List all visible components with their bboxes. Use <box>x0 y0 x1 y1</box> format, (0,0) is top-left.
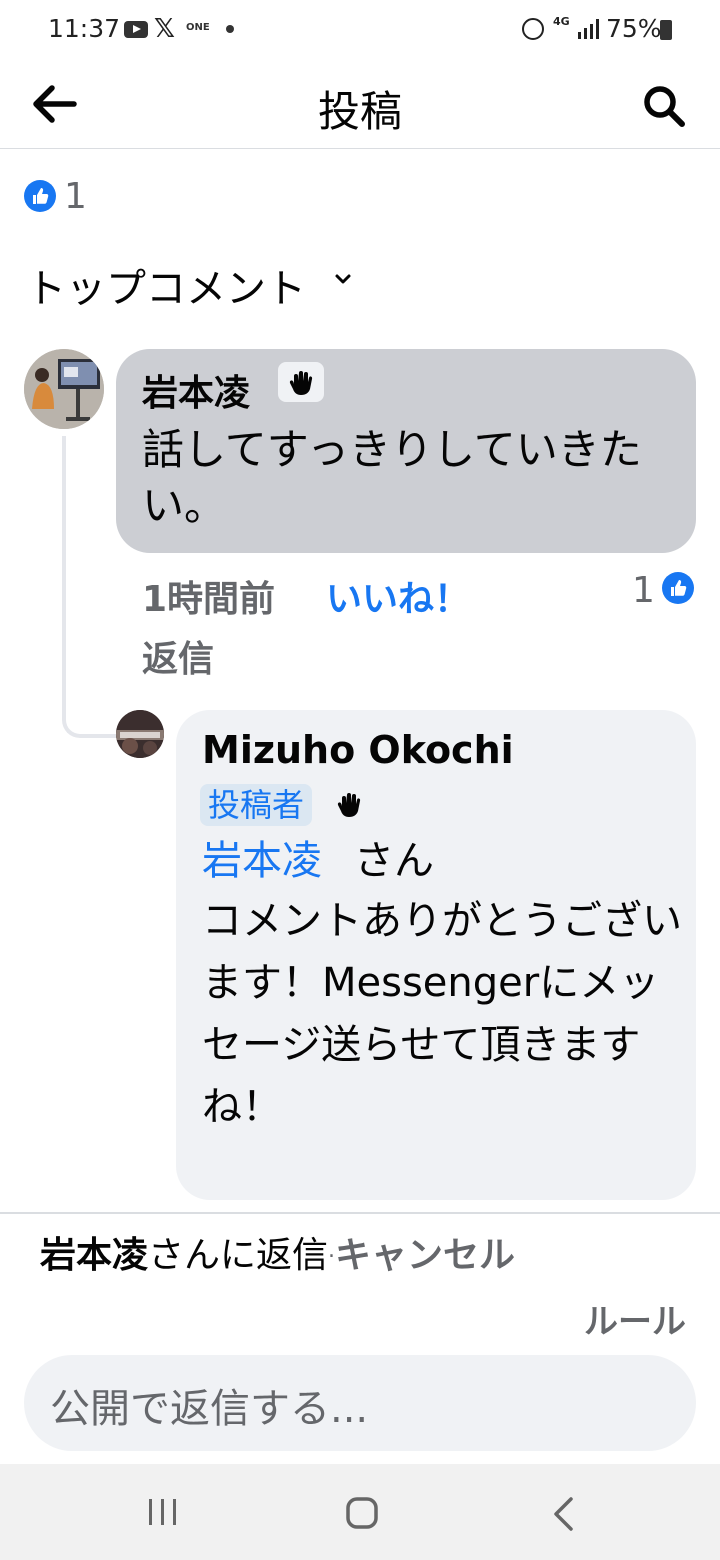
recent-apps-icon[interactable] <box>146 1497 180 1527</box>
new-member-badge[interactable] <box>278 362 324 402</box>
like-reaction-icon[interactable] <box>24 180 56 212</box>
more-notifications-dot-icon <box>226 25 234 33</box>
mention-suffix: さん <box>354 838 434 884</box>
avatar[interactable] <box>24 349 104 429</box>
comment-timestamp[interactable]: 1時間前 <box>142 570 275 622</box>
search-icon[interactable] <box>640 82 688 130</box>
like-button[interactable]: いいね！ <box>326 570 470 622</box>
author-badge: 投稿者 <box>200 784 313 826</box>
x-notification-icon: 𝕏 <box>154 14 175 44</box>
comment-sort-selector[interactable]: トップコメント <box>26 256 306 314</box>
battery-percent: 75% <box>606 14 662 43</box>
new-member-badge[interactable] <box>326 784 372 824</box>
youtube-notification-icon <box>124 21 148 38</box>
comment-text: 話してすっきりしていきたい。 <box>142 425 642 530</box>
status-bar: 11:37 𝕏 ONE 4G 75% <box>0 0 720 60</box>
like-reaction-icon[interactable] <box>662 572 694 604</box>
home-icon[interactable] <box>345 1496 379 1530</box>
replying-to-label: 岩本凌さんに返信·キャンセル <box>40 1226 515 1278</box>
page-title: 投稿 <box>317 87 402 136</box>
thread-connector-line <box>62 436 116 738</box>
reply-input-placeholder[interactable]: 公開で返信する... <box>50 1376 368 1434</box>
divider <box>0 1212 720 1214</box>
status-time: 11:37 <box>48 14 121 43</box>
chevron-down-icon[interactable] <box>334 270 352 288</box>
reply-target-name: 岩本凌 <box>40 1235 149 1276</box>
avatar[interactable] <box>116 710 164 758</box>
separator: · <box>328 1244 336 1270</box>
top-app-bar: 投稿 <box>0 60 720 149</box>
alarm-icon <box>522 18 544 40</box>
rules-link[interactable]: ルール <box>584 1294 686 1343</box>
back-icon[interactable] <box>551 1496 575 1532</box>
reply-target-suffix: さんに返信 <box>148 1235 329 1276</box>
reply-button[interactable]: 返信 <box>142 630 214 682</box>
network-type-label: 4G <box>553 15 570 28</box>
signal-icon <box>578 19 599 39</box>
comment-author[interactable]: Mizuho Okochi <box>202 728 514 772</box>
one-notification-icon: ONE <box>186 22 210 33</box>
battery-icon <box>660 20 672 40</box>
mention-link[interactable]: 岩本凌 <box>202 834 322 888</box>
comment-like-count[interactable]: 1 <box>632 570 655 611</box>
cancel-reply-button[interactable]: キャンセル <box>335 1235 515 1276</box>
comment-text: コメントありがとうございます！Messengerにメッセージ送らせて頂きますね！ <box>202 898 682 1130</box>
comment-author[interactable]: 岩本凌 <box>142 364 250 416</box>
reaction-count[interactable]: 1 <box>64 176 87 217</box>
